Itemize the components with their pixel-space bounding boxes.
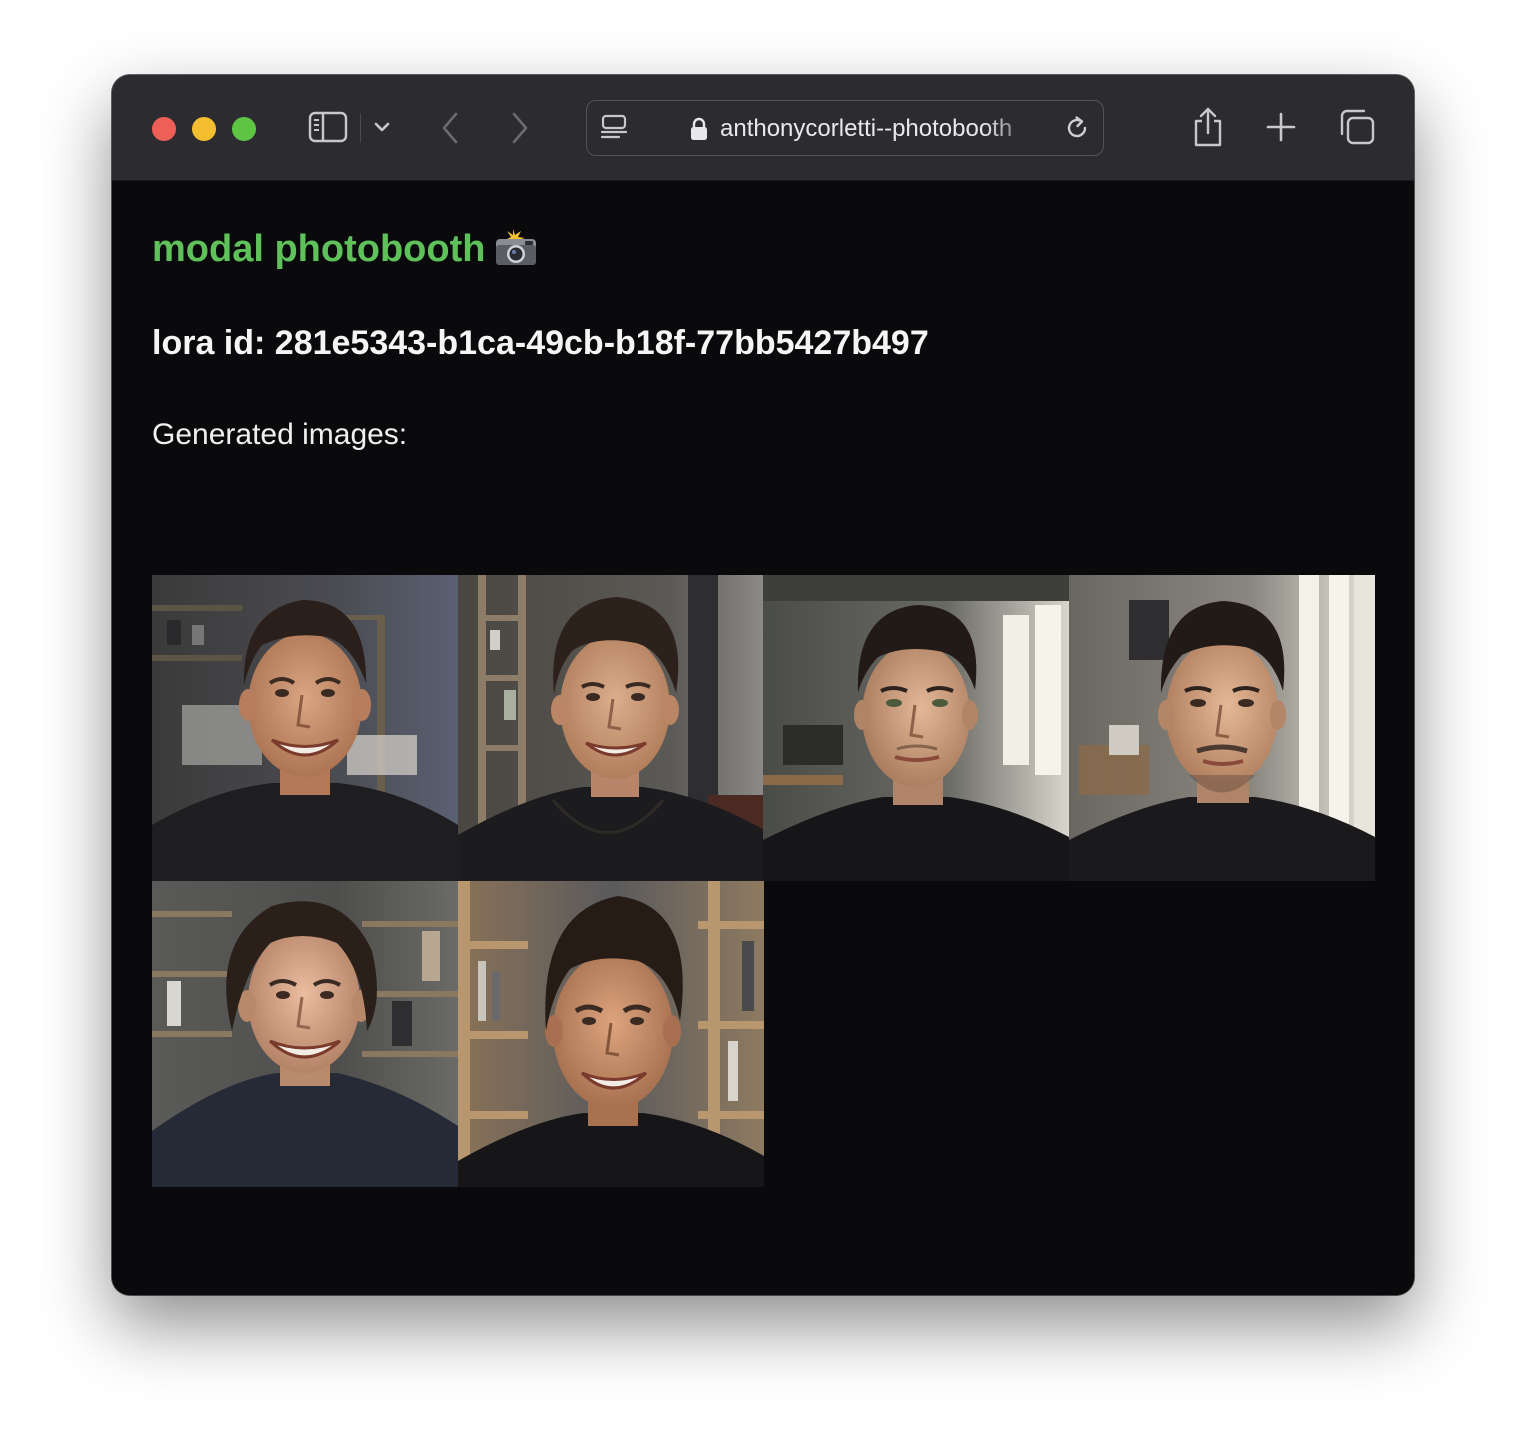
sidebar-icon [308,111,348,143]
chevron-left-icon [442,112,458,144]
plus-icon [1266,112,1296,142]
url-text[interactable]: anthonycorletti--photobooth [720,114,1042,144]
forward-button[interactable] [504,108,536,148]
page-title-text: modal photobooth [152,228,486,270]
tabs-overview-icon [1340,109,1375,145]
chevron-down-icon [374,122,390,132]
image-gallery [152,575,1375,1187]
sidebar-menu-button[interactable] [370,113,394,141]
page-title: modal photobooth [152,227,539,271]
generated-image-1[interactable] [152,575,458,881]
back-button[interactable] [434,108,466,148]
close-window-button[interactable] [152,117,176,141]
zoom-window-button[interactable] [232,117,256,141]
reader-icon[interactable] [599,113,629,143]
sidebar-toggle-button[interactable] [306,108,350,146]
address-bar[interactable]: anthonycorletti--photobooth [586,100,1104,156]
share-button[interactable] [1190,105,1226,149]
tab-overview-button[interactable] [1337,107,1377,147]
camera-flash-emoji [496,229,537,265]
generated-image-2[interactable] [458,575,764,881]
generated-image-5[interactable] [152,881,458,1187]
generated-image-6[interactable] [458,881,764,1187]
toolbar-divider [360,113,361,143]
lora-id-text: lora id: 281e5343-b1ca-49cb-b18f-77bb542… [152,324,929,362]
share-icon [1194,107,1222,147]
browser-window: anthonycorletti--photobooth modal photob… [112,75,1414,1295]
reload-button[interactable] [1063,114,1091,142]
generated-image-4[interactable] [1069,575,1375,881]
browser-toolbar: anthonycorletti--photobooth [112,75,1414,181]
generated-images-label: Generated images: [152,418,408,451]
new-tab-button[interactable] [1263,109,1299,145]
page-content: modal photobooth lora id: 281e5343-b1ca-… [112,181,1414,1295]
generated-image-3[interactable] [763,575,1069,881]
chevron-right-icon [512,112,528,144]
reload-icon [1067,116,1087,138]
minimize-window-button[interactable] [192,117,216,141]
lock-icon [689,117,709,141]
